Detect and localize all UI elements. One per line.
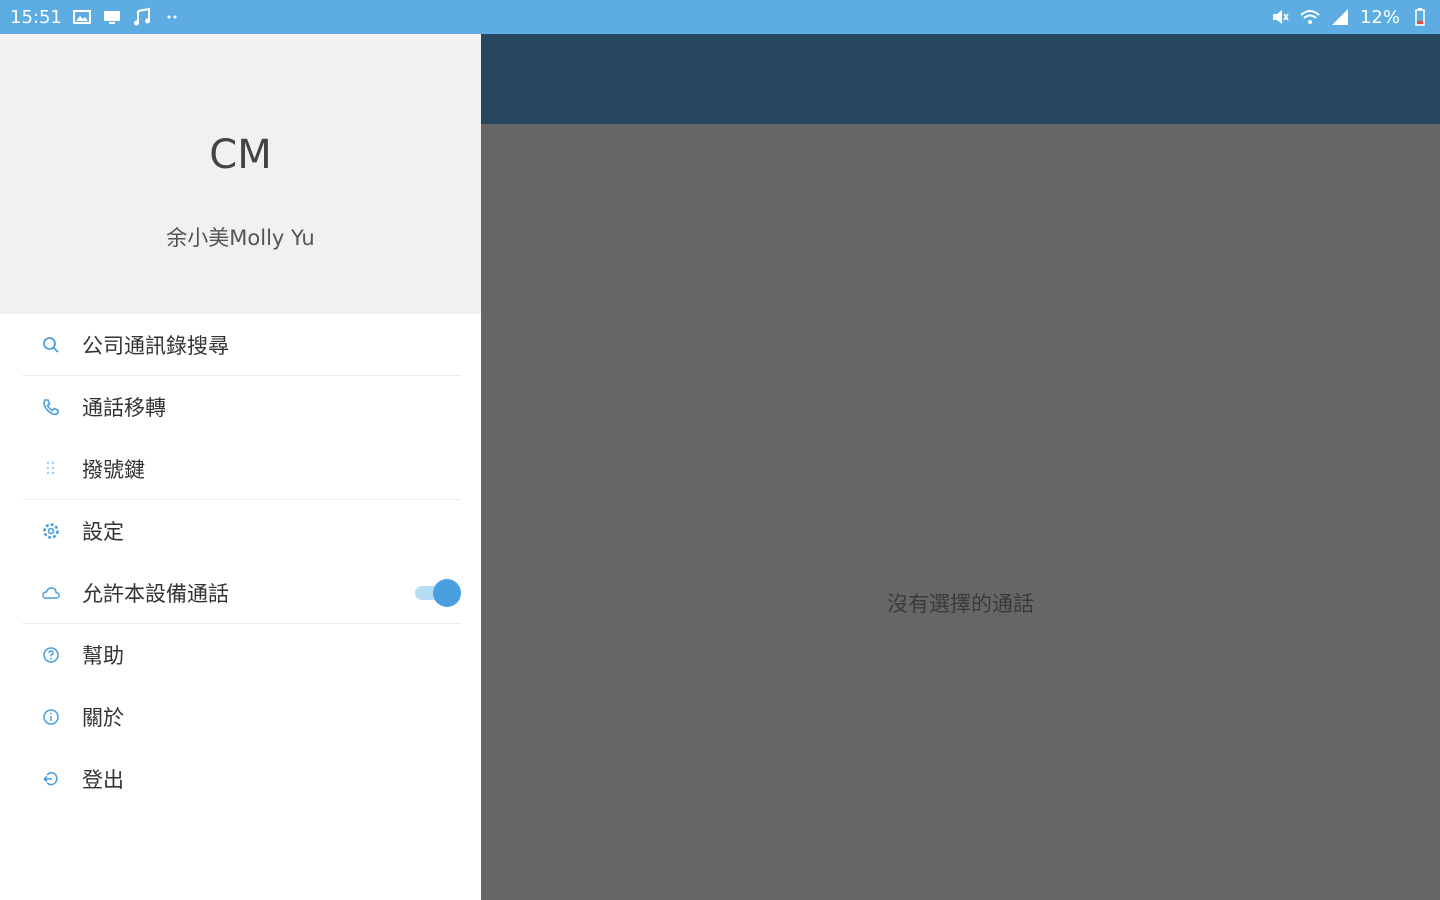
status-time: 15:51 (10, 6, 62, 28)
user-initials: CM (209, 132, 272, 178)
menu-item-label: 設定 (82, 520, 124, 544)
more-dots-icon (162, 7, 182, 27)
navigation-drawer: CM 余小美Molly Yu 公司通訊錄搜尋 通話移轉 撥號鍵 設定 允許本設備… (0, 34, 481, 900)
gear-icon (40, 520, 62, 542)
dialpad-icon (40, 458, 62, 480)
app-bar (481, 34, 1440, 124)
battery-icon (1410, 7, 1430, 27)
menu-item-logout[interactable]: 登出 (0, 748, 481, 810)
menu-item-directory-search[interactable]: 公司通訊錄搜尋 (0, 314, 481, 376)
menu-item-about[interactable]: 關於 (0, 686, 481, 748)
status-bar-left: 15:51 (10, 7, 182, 28)
logout-icon (40, 768, 62, 790)
menu-item-label: 關於 (82, 706, 124, 730)
menu-item-dialpad[interactable]: 撥號鍵 (0, 438, 481, 500)
signal-icon (1330, 7, 1350, 27)
search-icon (40, 334, 62, 356)
phone-icon (40, 396, 62, 418)
cloud-icon (40, 582, 62, 604)
allow-calls-toggle[interactable] (415, 579, 461, 607)
toggle-knob (433, 579, 461, 607)
drawer-menu: 公司通訊錄搜尋 通話移轉 撥號鍵 設定 允許本設備通話 幫助 關於 登出 (0, 314, 481, 810)
music-icon (132, 7, 152, 27)
status-bar: 15:51 12% (0, 0, 1440, 34)
menu-item-label: 登出 (82, 768, 124, 792)
menu-item-allow-device-calls[interactable]: 允許本設備通話 (0, 562, 481, 624)
cast-icon (102, 7, 122, 27)
user-name: 余小美Molly Yu (166, 226, 315, 250)
image-icon (72, 7, 92, 27)
info-icon (40, 706, 62, 728)
mute-icon (1270, 7, 1290, 27)
drawer-header: CM 余小美Molly Yu (0, 34, 481, 314)
menu-item-help[interactable]: 幫助 (0, 624, 481, 686)
menu-item-label: 幫助 (82, 644, 124, 668)
wifi-icon (1300, 7, 1320, 27)
menu-item-settings[interactable]: 設定 (0, 500, 481, 562)
help-icon (40, 644, 62, 666)
menu-item-label: 撥號鍵 (82, 458, 145, 482)
menu-item-label: 通話移轉 (82, 396, 166, 420)
menu-item-label: 允許本設備通話 (82, 582, 229, 606)
empty-state-message: 沒有選擇的通話 (887, 592, 1034, 616)
menu-item-label: 公司通訊錄搜尋 (82, 334, 229, 358)
call-detail-pane: 沒有選擇的通話 (481, 124, 1440, 900)
status-bar-right: 12% (1270, 7, 1430, 28)
battery-percent: 12% (1359, 6, 1400, 28)
menu-item-call-transfer[interactable]: 通話移轉 (0, 376, 481, 438)
